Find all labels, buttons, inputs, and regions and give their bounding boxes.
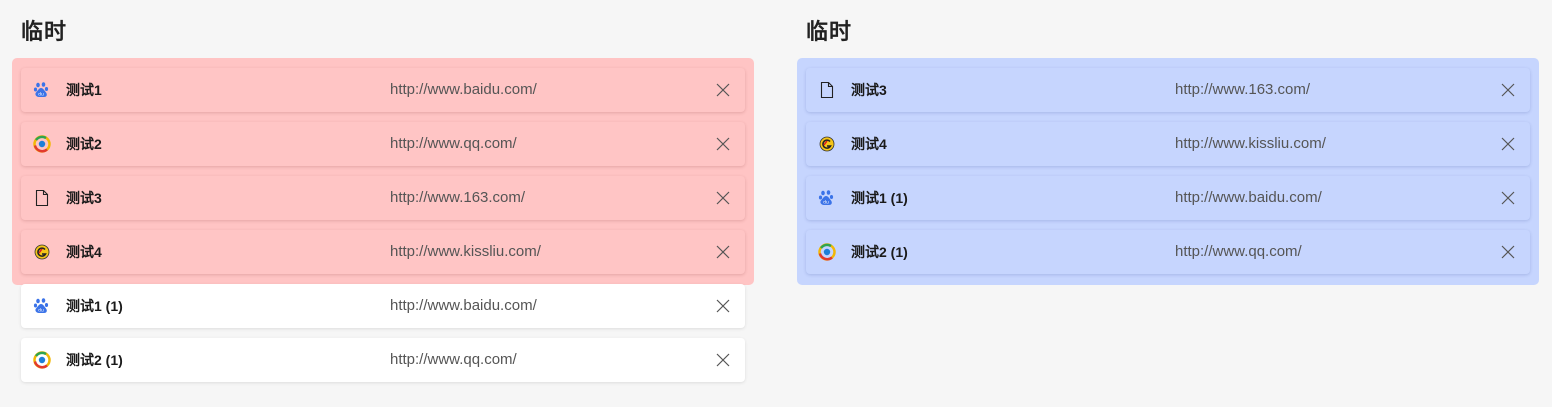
kissliu-icon: [33, 243, 51, 261]
close-icon[interactable]: [715, 136, 731, 152]
tab-row[interactable]: 测试4 http://www.kissliu.com/: [21, 230, 745, 274]
tab-url: http://www.qq.com/: [390, 135, 517, 152]
baidu-icon: du: [33, 81, 51, 99]
tab-title: 测试1 (1): [851, 190, 908, 206]
kissliu-icon: [818, 135, 836, 153]
qq-icon: [33, 351, 51, 369]
tab-row[interactable]: du 测试1 (1) http://www.baidu.com/: [21, 284, 745, 328]
svg-text:du: du: [38, 308, 44, 314]
tab-url: http://www.kissliu.com/: [1175, 135, 1326, 152]
tab-title: 测试1: [66, 82, 102, 98]
tab-title: 测试3: [66, 190, 102, 206]
tab-row[interactable]: 测试4 http://www.kissliu.com/: [806, 122, 1530, 166]
close-icon[interactable]: [715, 190, 731, 206]
tab-row[interactable]: du 测试1 (1) http://www.baidu.com/: [806, 176, 1530, 220]
close-icon[interactable]: [1500, 244, 1516, 260]
tab-url: http://www.163.com/: [1175, 81, 1311, 98]
tab-title: 测试4: [851, 136, 887, 152]
document-icon: [818, 81, 836, 99]
tab-row[interactable]: 测试2 http://www.qq.com/: [21, 122, 745, 166]
close-icon[interactable]: [715, 82, 731, 98]
close-icon[interactable]: [1500, 190, 1516, 206]
close-icon[interactable]: [715, 352, 731, 368]
baidu-icon: du: [818, 189, 836, 207]
tab-row[interactable]: 测试2 (1) http://www.qq.com/: [806, 230, 1530, 274]
left-panel: 临时 du 测试1 http://www.baidu.com/ 测试2 http…: [0, 0, 754, 407]
right-panel: 临时 测试3 http://www.163.com/ 测试4 http://ww…: [785, 0, 1539, 407]
tab-title: 测试3: [851, 82, 887, 98]
close-icon[interactable]: [1500, 82, 1516, 98]
qq-icon: [33, 135, 51, 153]
tab-row[interactable]: 测试3 http://www.163.com/: [806, 68, 1530, 112]
tab-title: 测试2: [66, 136, 102, 152]
tab-title: 测试2 (1): [66, 352, 123, 368]
panel-title: 临时: [21, 19, 68, 44]
tab-title: 测试2 (1): [851, 244, 908, 260]
tab-title: 测试1 (1): [66, 298, 123, 314]
close-icon[interactable]: [715, 244, 731, 260]
tab-row[interactable]: 测试3 http://www.163.com/: [21, 176, 745, 220]
panel-title: 临时: [806, 19, 853, 44]
tab-title: 测试4: [66, 244, 102, 260]
tab-url: http://www.baidu.com/: [390, 81, 537, 98]
baidu-icon: du: [33, 297, 51, 315]
tab-url: http://www.baidu.com/: [390, 297, 537, 314]
tab-url: http://www.qq.com/: [1175, 243, 1302, 260]
tab-row[interactable]: 测试2 (1) http://www.qq.com/: [21, 338, 745, 382]
tab-row[interactable]: du 测试1 http://www.baidu.com/: [21, 68, 745, 112]
close-icon[interactable]: [1500, 136, 1516, 152]
tab-url: http://www.kissliu.com/: [390, 243, 541, 260]
qq-icon: [818, 243, 836, 261]
svg-text:du: du: [823, 200, 829, 206]
document-icon: [33, 189, 51, 207]
svg-text:du: du: [38, 92, 44, 98]
tab-url: http://www.qq.com/: [390, 351, 517, 368]
tab-url: http://www.baidu.com/: [1175, 189, 1322, 206]
tab-url: http://www.163.com/: [390, 189, 526, 206]
close-icon[interactable]: [715, 298, 731, 314]
